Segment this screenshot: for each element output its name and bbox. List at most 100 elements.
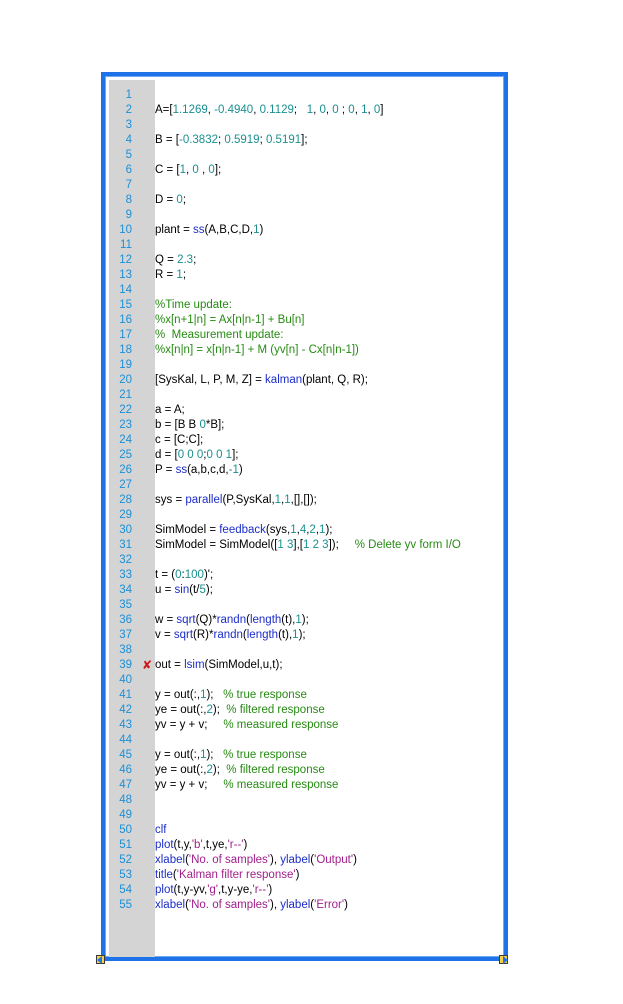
code-line[interactable]: 6 C = [1, 0 , 0];: [109, 163, 504, 178]
code-token: ss: [193, 224, 205, 236]
code-line[interactable]: 26 P = ss(a,b,c,d,-1): [109, 463, 504, 478]
code-line[interactable]: 44: [109, 733, 504, 748]
code-area[interactable]: 1 2 A=[1.1269, -0.4940, 0.1129; 1, 0, 0 ; …: [109, 80, 500, 953]
code-line[interactable]: 41 y = out(:,1); % true response: [109, 688, 504, 703]
code-text: %x[n+1|n] = Ax[n|n-1] + Bu[n]: [155, 313, 305, 328]
code-text: a = A;: [155, 403, 185, 418]
line-number: 27: [119, 479, 132, 491]
code-line[interactable]: 48: [109, 793, 504, 808]
code-text: SimModel = SimModel([1 3],[1 2 3]); % De…: [155, 538, 461, 553]
code-line[interactable]: 15 %Time update:: [109, 298, 504, 313]
code-token: 0 0 1: [206, 449, 233, 461]
code-token: % Measurement update:: [155, 329, 284, 341]
code-line[interactable]: 34 u = sin(t/5);: [109, 583, 504, 598]
code-token: length: [249, 614, 282, 626]
code-line[interactable]: 2 A=[1.1269, -0.4940, 0.1129; 1, 0, 0 ; 0…: [109, 103, 504, 118]
code-line[interactable]: 22 a = A;: [109, 403, 504, 418]
code-line[interactable]: 11: [109, 238, 504, 253]
script-editor-node[interactable]: 1 2 A=[1.1269, -0.4940, 0.1129; 1, 0, 0 ; …: [101, 72, 508, 961]
code-line[interactable]: 33 t = (0:100)';: [109, 568, 504, 583]
line-number: 49: [119, 809, 132, 821]
code-token: sqrt: [176, 614, 196, 626]
line-number: 7: [125, 179, 132, 191]
code-line[interactable]: 35: [109, 598, 504, 613]
code-line[interactable]: 13 R = 1;: [109, 268, 504, 283]
code-token: ;: [182, 194, 187, 206]
code-line[interactable]: 49: [109, 808, 504, 823]
code-line[interactable]: 45 y = out(:,1); % true response: [109, 748, 504, 763]
code-line[interactable]: 3: [109, 118, 504, 133]
code-line[interactable]: 20 [SysKal, L, P, M, Z] = kalman(plant, Q…: [109, 373, 504, 388]
code-text: % Measurement update:: [155, 328, 284, 343]
code-line[interactable]: 30 SimModel = feedback(sys,1,4,2,1);: [109, 523, 504, 538]
error-marker-icon[interactable]: ✘: [142, 658, 152, 673]
code-token: (t,y-yv,: [173, 884, 208, 896]
code-line[interactable]: 51 plot(t,y,'b',t,ye,'r--'): [109, 838, 504, 853]
code-line[interactable]: 8 D = 0;: [109, 193, 504, 208]
code-line[interactable]: 21: [109, 388, 504, 403]
code-token: title: [155, 869, 173, 881]
code-line[interactable]: 46 ye = out(:,2); % filtered response: [109, 763, 504, 778]
code-line[interactable]: 31 SimModel = SimModel([1 3],[1 2 3]); % …: [109, 538, 504, 553]
line-number: 39: [119, 659, 132, 671]
code-text: plot(t,y-yv,'g',t,y-ye,'r--'): [155, 883, 272, 898]
code-line[interactable]: 10 plant = ss(A,B,C,D,1): [109, 223, 504, 238]
code-line[interactable]: 52 xlabel('No. of samples'), ylabel('Outp…: [109, 853, 504, 868]
code-line[interactable]: 54 plot(t,y-yv,'g',t,y-ye,'r--'): [109, 883, 504, 898]
code-text: out = lsim(SimModel,u,t);: [155, 658, 283, 673]
code-line[interactable]: 55 xlabel('No. of samples'), ylabel('Erro…: [109, 898, 504, 913]
code-text: u = sin(t/5);: [155, 583, 213, 598]
code-token: 'Kalman filter response': [176, 869, 296, 881]
code-text: plant = ss(A,B,C,D,1): [155, 223, 263, 238]
code-line[interactable]: 12 Q = 2.3;: [109, 253, 504, 268]
code-token: % filtered response: [226, 704, 325, 716]
code-line[interactable]: 24 c = [C;C];: [109, 433, 504, 448]
code-line[interactable]: 19: [109, 358, 504, 373]
code-line[interactable]: 50 clf: [109, 823, 504, 838]
code-line[interactable]: 17 % Measurement update:: [109, 328, 504, 343]
code-line[interactable]: 29: [109, 508, 504, 523]
code-line[interactable]: 23 b = [B B 0*B];: [109, 418, 504, 433]
code-line[interactable]: 38: [109, 643, 504, 658]
code-token: ;: [338, 104, 349, 116]
code-token: 1 3: [277, 539, 294, 551]
code-line[interactable]: 28 sys = parallel(P,SysKal,1,1,[],[]);: [109, 493, 504, 508]
code-text: yv = y + v; % measured response: [155, 718, 338, 733]
code-token: P =: [155, 464, 176, 476]
code-line[interactable]: 36 w = sqrt(Q)*randn(length(t),1);: [109, 613, 504, 628]
code-line[interactable]: 42 ye = out(:,2); % filtered response: [109, 703, 504, 718]
line-number: 40: [119, 674, 132, 686]
code-line[interactable]: 39 ✘ out = lsim(SimModel,u,t);: [109, 658, 504, 673]
code-text: xlabel('No. of samples'), ylabel('Error'…: [155, 898, 348, 913]
code-line[interactable]: 9: [109, 208, 504, 223]
code-token: );: [325, 524, 333, 536]
code-token: );: [298, 629, 306, 641]
code-token: ;: [182, 269, 187, 281]
code-line[interactable]: 37 v = sqrt(R)*randn(length(t),1);: [109, 628, 504, 643]
code-line[interactable]: 27: [109, 478, 504, 493]
code-token: (t/: [189, 584, 200, 596]
code-line[interactable]: 7: [109, 178, 504, 193]
code-token: 0 0 0: [177, 449, 204, 461]
code-line[interactable]: 5: [109, 148, 504, 163]
line-number: 4: [125, 134, 132, 146]
code-text: R = 1;: [155, 268, 186, 283]
code-line[interactable]: 16 %x[n+1|n] = Ax[n|n-1] + Bu[n]: [109, 313, 504, 328]
code-line[interactable]: 4 B = [-0.3832; 0.5919; 0.5191];: [109, 133, 504, 148]
code-line[interactable]: 53 title('Kalman filter response'): [109, 868, 504, 883]
code-line[interactable]: 1: [109, 88, 504, 103]
code-line[interactable]: 47 yv = y + v; % measured response: [109, 778, 504, 793]
code-text: b = [B B 0*B];: [155, 418, 224, 433]
code-line[interactable]: 40: [109, 673, 504, 688]
code-line[interactable]: 25 d = [0 0 0;0 0 1];: [109, 448, 504, 463]
code-token: ): [295, 869, 300, 881]
code-token: ): [353, 854, 357, 866]
code-token: u =: [155, 584, 175, 596]
line-number: 43: [119, 719, 132, 731]
code-token: w =: [155, 614, 177, 626]
code-line[interactable]: 14: [109, 283, 504, 298]
code-line[interactable]: 18 %x[n|n] = x[n|n-1] + M (yv[n] - Cx[n|n…: [109, 343, 504, 358]
line-number: 33: [119, 569, 132, 581]
code-line[interactable]: 32: [109, 553, 504, 568]
code-line[interactable]: 43 yv = y + v; % measured response: [109, 718, 504, 733]
